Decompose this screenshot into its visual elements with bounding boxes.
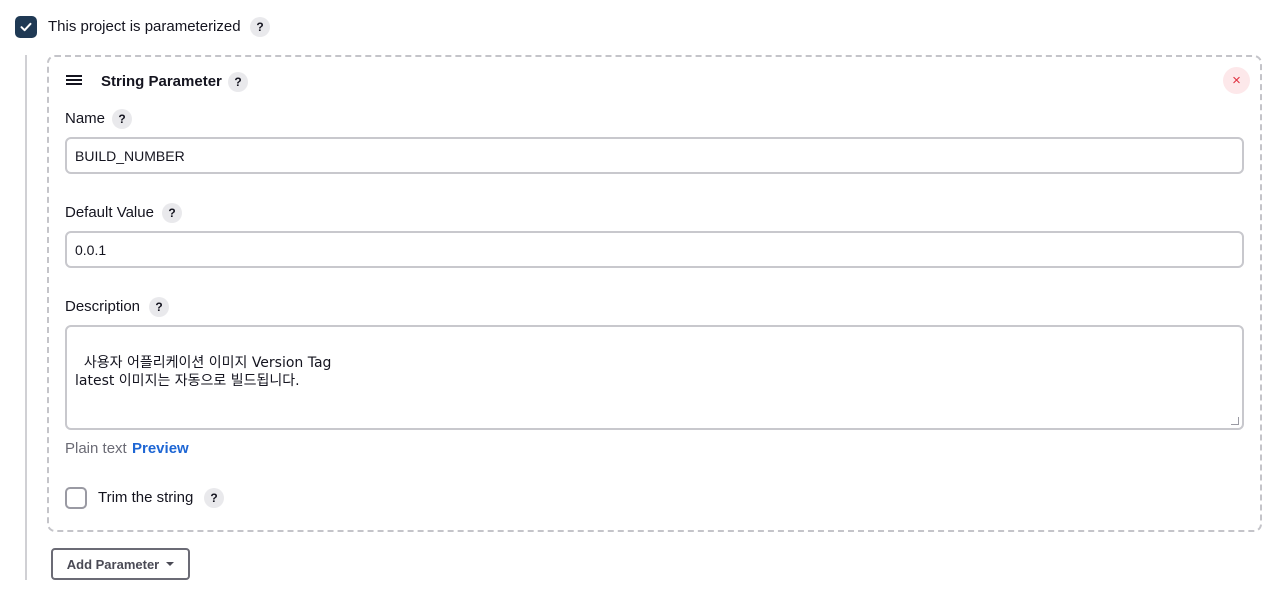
- drag-handle-icon[interactable]: [66, 75, 82, 87]
- section-indent-line: [25, 55, 27, 580]
- default-value-input-value: 0.0.1: [75, 241, 107, 258]
- add-parameter-button[interactable]: Add Parameter: [51, 548, 190, 580]
- name-input-value: BUILD_NUMBER: [75, 147, 185, 164]
- card-help-icon[interactable]: ?: [228, 72, 248, 92]
- parameterized-help-icon[interactable]: ?: [250, 17, 270, 37]
- default-value-label: Default Value: [65, 204, 154, 221]
- trim-label[interactable]: Trim the string: [98, 489, 193, 506]
- parameterized-label[interactable]: This project is parameterized: [48, 18, 241, 35]
- description-label: Description: [65, 298, 141, 315]
- add-parameter-label: Add Parameter: [66, 556, 160, 572]
- trim-help-icon[interactable]: ?: [204, 488, 224, 508]
- delete-parameter-button[interactable]: ×: [1223, 67, 1250, 94]
- plain-text-label: Plain text: [65, 440, 127, 457]
- string-parameter-card: [47, 55, 1262, 532]
- name-input[interactable]: BUILD_NUMBER: [65, 137, 1244, 174]
- preview-link[interactable]: Preview: [132, 440, 189, 457]
- parameterized-checkbox[interactable]: [15, 16, 37, 38]
- default-value-help-icon[interactable]: ?: [162, 203, 182, 223]
- description-help-icon[interactable]: ?: [149, 297, 169, 317]
- default-value-input[interactable]: 0.0.1: [65, 231, 1244, 268]
- close-icon: ×: [1232, 72, 1241, 89]
- name-help-icon[interactable]: ?: [112, 109, 132, 129]
- resize-handle-icon[interactable]: [1231, 417, 1239, 425]
- check-icon: [20, 22, 32, 32]
- caret-down-icon: [166, 562, 175, 566]
- description-textarea[interactable]: 사용자 어플리케이션 이미지 Version Tag latest 이미지는 자…: [65, 325, 1244, 430]
- card-title: String Parameter: [101, 73, 222, 90]
- name-label: Name: [65, 110, 106, 127]
- trim-checkbox[interactable]: [65, 487, 87, 509]
- description-text: 사용자 어플리케이션 이미지 Version Tag latest 이미지는 자…: [75, 355, 332, 389]
